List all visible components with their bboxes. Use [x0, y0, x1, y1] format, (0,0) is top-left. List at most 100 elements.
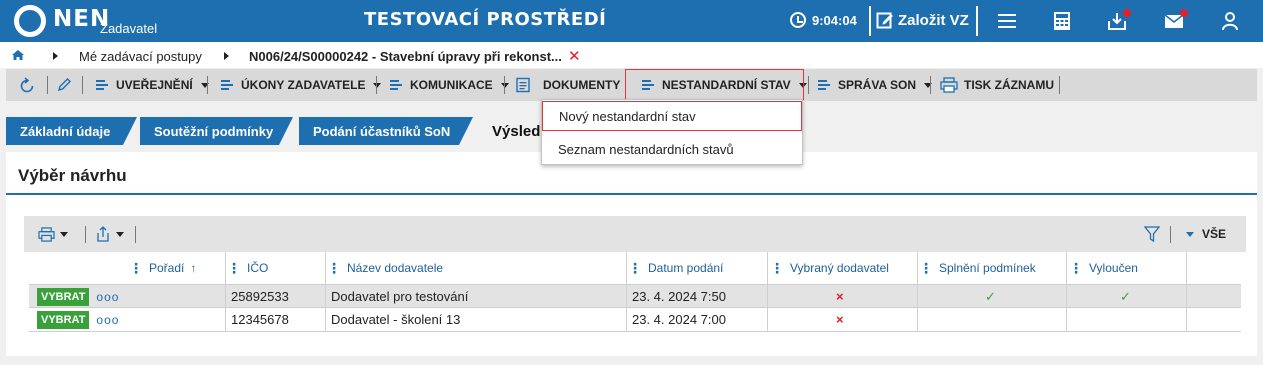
printer-icon [940, 77, 958, 93]
cross-icon: × [836, 312, 844, 327]
more-actions-icon[interactable]: ooo [96, 290, 119, 304]
chevron-down-icon [116, 231, 124, 237]
breadcrumb-separator-icon [53, 52, 58, 60]
close-icon[interactable]: ✕ [568, 47, 581, 65]
cell-supplier-name: Dodavatel - školení 13 [331, 312, 461, 327]
menu-icon[interactable] [997, 11, 1017, 31]
more-actions-icon[interactable]: ooo [96, 313, 119, 327]
toolbar-documents-label: DOKUMENTY [543, 78, 621, 92]
list-icon [388, 78, 404, 92]
toolbar-communication-label: KOMUNIKACE [410, 78, 493, 92]
toolbar-publish-label: UVEŘEJNĚNÍ [116, 78, 193, 92]
panel-divider [6, 193, 1257, 195]
cell-submit-date: 23. 4. 2024 7:50 [632, 289, 726, 304]
grid-export-menu[interactable] [95, 226, 124, 242]
col-conditions-met[interactable]: ⋮ Splnění podmínek [919, 252, 1036, 284]
filter-all-label: VŠE [1202, 227, 1227, 241]
toolbar-publish[interactable]: UVEŘEJNĚNÍ [94, 69, 209, 101]
chevron-down-icon [1186, 231, 1194, 237]
check-icon: ✓ [985, 288, 996, 304]
col-excluded-label: Vyloučen [1089, 261, 1138, 275]
col-order-label: Pořadí [149, 261, 185, 275]
column-menu-icon: ⋮ [770, 260, 784, 276]
clock-icon [790, 12, 806, 28]
column-menu-icon: ⋮ [129, 260, 143, 276]
col-ico-label: IČO [247, 261, 269, 275]
toolbar-buyer-acts-label: ÚKONY ZADAVATELE [241, 78, 366, 92]
logo-subtitle: Zadavatel [100, 21, 158, 36]
select-button[interactable]: VYBRAT [37, 287, 90, 306]
notification-badge [1180, 9, 1188, 17]
selection-panel: Výběr návrhu VŠE ⋮ Pořadí ↑ ⋮ IČO ⋮ Náze… [6, 152, 1257, 356]
toolbar-son-admin[interactable]: SPRÁVA SON [816, 69, 933, 101]
grid-toolbar: VŠE [24, 216, 1246, 252]
column-menu-icon: ⋮ [327, 260, 341, 276]
col-excluded[interactable]: ⋮ Vyloučen [1069, 252, 1138, 284]
col-submit-date[interactable]: ⋮ Datum podání [628, 252, 723, 284]
edit-icon [876, 12, 893, 29]
tab-tender-conditions[interactable]: Soutěžní podmínky [140, 117, 293, 145]
filter-icon[interactable] [1144, 226, 1160, 243]
nen-logo[interactable]: NEN [14, 5, 110, 37]
select-button[interactable]: VYBRAT [37, 310, 90, 329]
toolbar-buyer-acts[interactable]: ÚKONY ZADAVATELE [219, 69, 382, 101]
col-supplier-name[interactable]: ⋮ Název dodavatele [327, 252, 443, 284]
breadcrumb: Mé zadávací postupy N006/24/S00000242 - … [0, 42, 1263, 68]
toolbar-print-record[interactable]: TISK ZÁZNAMU [940, 69, 1054, 101]
cell-submit-date: 23. 4. 2024 7:00 [632, 312, 726, 327]
column-menu-icon: ⋮ [628, 260, 642, 276]
row-actions: VYBRAT ooo [37, 308, 119, 331]
column-menu-icon: ⋮ [227, 260, 241, 276]
export-icon [97, 226, 109, 242]
tab-label: Základní údaje [20, 123, 111, 139]
col-met-label: Splnění podmínek [939, 261, 1036, 275]
clock-time: 9:04:04 [812, 12, 857, 28]
col-ico[interactable]: ⋮ IČO [227, 252, 268, 284]
table-row[interactable]: VYBRAT ooo 25892533 Dodavatel pro testov… [29, 284, 1241, 308]
panel-title: Výběr návrhu [18, 166, 127, 185]
grid-filter-all[interactable]: VŠE [1184, 227, 1226, 241]
grid-header-row: ⋮ Pořadí ↑ ⋮ IČO ⋮ Název dodavatele ⋮ Datum p… [29, 252, 1241, 284]
breadcrumb-item[interactable]: Mé zadávací postupy [79, 49, 202, 64]
create-vz-button[interactable]: Založit VZ [876, 11, 969, 29]
tab-participant-submissions[interactable]: Podání účastníků SoN [299, 117, 473, 145]
menu-item-new-nonstandard-state[interactable]: Nový nestandardní stav [542, 101, 802, 131]
toolbar-documents[interactable]: DOKUMENTY [515, 69, 620, 101]
cell-ico: 12345678 [231, 312, 289, 327]
header-divider [869, 6, 871, 36]
document-icon [516, 77, 530, 93]
tab-label: Podání účastníků SoN [313, 123, 451, 139]
cell-ico: 25892533 [231, 289, 289, 304]
logo-icon [14, 5, 46, 37]
user-icon[interactable] [1220, 11, 1240, 31]
calculator-icon[interactable] [1052, 11, 1072, 31]
list-icon [94, 78, 110, 92]
session-clock: 9:04:04 [790, 12, 857, 28]
column-menu-icon: ⋮ [919, 260, 933, 276]
list-icon [219, 78, 235, 92]
header-divider [976, 6, 978, 36]
col-selected-supplier[interactable]: ⋮ Vybraný dodavatel [770, 252, 889, 284]
toolbar-son-admin-label: SPRÁVA SON [838, 78, 917, 92]
menu-item-nonstandard-states-list[interactable]: Seznam nestandardních stavů [542, 134, 802, 164]
col-date-label: Datum podání [648, 261, 724, 275]
home-icon[interactable] [12, 50, 24, 60]
nonstandard-state-menu: Nový nestandardní stav Seznam nestandard… [541, 99, 803, 165]
refresh-icon[interactable] [18, 77, 36, 95]
breadcrumb-current[interactable]: N006/24/S00000242 - Stavební úpravy při … [249, 49, 562, 64]
breadcrumb-separator-icon [224, 52, 229, 60]
tab-basic-info[interactable]: Základní údaje [6, 117, 137, 145]
chevron-down-icon [373, 82, 382, 88]
grid-print-menu[interactable] [38, 227, 68, 242]
app-title: TESTOVACÍ PROSTŘEDÍ [364, 9, 607, 30]
pencil-icon[interactable] [56, 77, 72, 93]
column-menu-icon: ⋮ [1069, 260, 1083, 276]
chevron-down-icon [60, 232, 68, 237]
list-icon [816, 78, 832, 92]
table-row[interactable]: VYBRAT ooo 12345678 Dodavatel - školení … [29, 308, 1241, 332]
notification-badge [1123, 9, 1131, 17]
col-order[interactable]: ⋮ Pořadí ↑ [129, 252, 196, 284]
highlight-frame [625, 69, 804, 100]
col-supplier-label: Název dodavatele [347, 261, 444, 275]
toolbar-communication[interactable]: KOMUNIKACE [388, 69, 509, 101]
